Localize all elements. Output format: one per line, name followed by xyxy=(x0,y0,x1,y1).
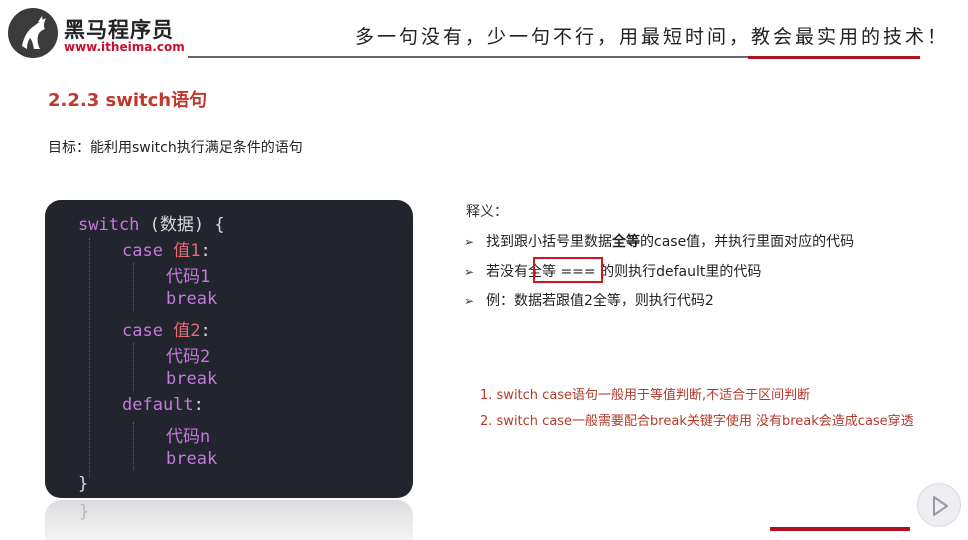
note-1: 1. switch case语句一般用于等值判断,不适合于区间判断 xyxy=(480,388,811,403)
header-accent-bar xyxy=(748,56,920,59)
code-line: default: xyxy=(122,395,204,415)
arrow-bullet-icon: ➢ xyxy=(464,235,475,249)
note-2: 2. switch case一般需要配合break关键字使用 没有break会造… xyxy=(480,414,914,429)
footer-accent-bar xyxy=(770,527,910,531)
section-title: 2.2.3 switch语句 xyxy=(48,90,208,111)
code-colon: : xyxy=(200,241,211,261)
code-line: 代码n xyxy=(166,427,211,447)
header: 黑马程序员 www.itheima.com 多一句没有，少一句不行，用最短时间，… xyxy=(0,0,968,62)
code-text: (数据) { xyxy=(139,215,225,235)
slogan: 多一句没有，少一句不行，用最短时间，教会最实用的技术！ xyxy=(355,26,950,48)
bullet-item: ➢ 找到跟小括号里数据全等的case值，并执行里面对应的代码 xyxy=(464,231,854,251)
bullet-item: ➢ 若没有全等 === 的则执行default里的代码 xyxy=(464,261,761,281)
bullet-text: 找到跟小括号里数据 xyxy=(486,234,612,250)
indent-guide xyxy=(133,343,134,391)
indent-guide xyxy=(133,422,134,470)
code-line: 代码2 xyxy=(166,347,211,367)
code-line: break xyxy=(166,289,218,309)
code-line: switch (数据) { xyxy=(78,210,225,235)
bullet-text: 的则执行default里的代码 xyxy=(595,264,762,280)
brand-url: www.itheima.com xyxy=(64,40,185,54)
code-keyword: default xyxy=(122,395,194,415)
code-value: 值2 xyxy=(173,321,201,341)
code-colon: : xyxy=(193,395,204,415)
bullet-text: 例：数据若跟值2全等，则执行代码2 xyxy=(486,293,714,309)
goal-text: 目标：能利用switch执行满足条件的语句 xyxy=(48,140,303,156)
bullet-bold-text: 全等 xyxy=(612,234,640,250)
highlight-box xyxy=(533,257,603,283)
code-reflection: } xyxy=(45,500,413,540)
code-keyword: switch xyxy=(78,215,140,235)
code-keyword: case xyxy=(122,241,163,261)
bullet-text: 若没有 xyxy=(486,264,528,280)
code-line: 代码1 xyxy=(166,267,211,287)
bullet-text: 的case值，并执行里面对应的代码 xyxy=(640,234,855,250)
code-colon: : xyxy=(200,321,211,341)
code-value: 值1 xyxy=(173,241,201,261)
play-icon xyxy=(933,496,948,516)
code-reflection-text: } xyxy=(79,502,90,522)
code-line: break xyxy=(166,449,218,469)
code-line: case 值1: xyxy=(122,236,211,261)
code-keyword: case xyxy=(122,321,163,341)
explain-heading: 释义： xyxy=(466,204,508,220)
code-line: } xyxy=(78,474,89,494)
indent-guide xyxy=(133,263,134,311)
bullet-item: ➢ 例：数据若跟值2全等，则执行代码2 xyxy=(464,290,714,310)
code-line: case 值2: xyxy=(122,316,211,341)
arrow-bullet-icon: ➢ xyxy=(464,265,475,279)
horse-logo-icon xyxy=(8,8,58,58)
indent-guide xyxy=(89,238,90,478)
code-block: switch (数据) { case 值1: 代码1 break case 值2… xyxy=(45,200,413,498)
arrow-bullet-icon: ➢ xyxy=(464,294,475,308)
play-button[interactable] xyxy=(917,483,961,527)
code-line: break xyxy=(166,369,218,389)
